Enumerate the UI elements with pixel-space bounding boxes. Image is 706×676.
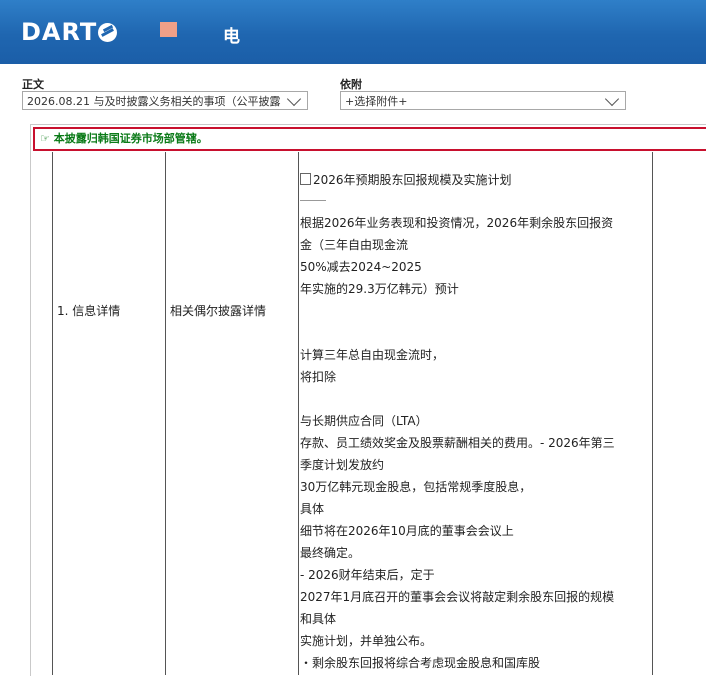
- logo-mark-icon: [98, 23, 118, 42]
- content-line: 30万亿韩元现金股息，包括常规季度股息，: [300, 480, 532, 494]
- content-line: 金（三年自由现金流: [300, 238, 409, 252]
- content-line: 50%减去2024~2025: [300, 260, 422, 274]
- content-line: 细节将在2026年10月底的董事会会议上: [300, 524, 514, 538]
- table-cell-section: 1. 信息详情: [57, 304, 121, 318]
- attachment-label: 依附: [340, 78, 362, 91]
- content-line: 2027年1月底召开的董事会会议将敲定剩余股东回报的规模: [300, 590, 615, 604]
- body-document-select[interactable]: 2026.08.21 与及时披露义务相关的事项（公平披露: [22, 91, 308, 110]
- checkbox-icon: [300, 173, 311, 185]
- hand-pointing-icon: ☞: [40, 132, 50, 145]
- table-cell-category: 相关偶尔披露详情: [170, 304, 267, 318]
- content-line: 和具体: [300, 612, 337, 626]
- chevron-down-icon: [286, 92, 302, 107]
- content-line: ・剩余股东回报将综合考虑现金股息和国库股: [300, 656, 541, 670]
- table-border: [52, 152, 53, 675]
- content-line: 最终确定。: [300, 546, 361, 560]
- body-label: 正文: [22, 78, 44, 91]
- dart-logo[interactable]: DART: [21, 18, 118, 46]
- content-line: 计算三年总自由现金流时，: [300, 348, 445, 362]
- content-line: 与长期供应合同（LTA）: [300, 414, 428, 428]
- content-line: 年实施的29.3万亿韩元）预计: [300, 282, 459, 296]
- body-select-value: 2026.08.21 与及时披露义务相关的事项（公平披露: [27, 95, 281, 108]
- top-header: DART 电: [0, 0, 706, 64]
- content-line: 季度计划发放约: [300, 458, 385, 472]
- content-line: 存款、员工绩效奖金及股票薪酬相关的费用。- 2026年第三: [300, 436, 615, 450]
- content-line: 实施计划，并单独公布。: [300, 634, 433, 648]
- notice-text: 本披露归韩国证券市场部管辖。: [53, 132, 208, 145]
- table-border: [652, 152, 653, 675]
- attachment-select-value: +选择附件+: [345, 95, 408, 108]
- table-border: [298, 152, 299, 675]
- content-line: 将扣除: [300, 370, 337, 384]
- separator-line: [300, 200, 326, 201]
- attachment-select[interactable]: +选择附件+: [340, 91, 626, 110]
- table-border: [165, 152, 166, 675]
- company-color-badge: [160, 22, 177, 37]
- content-line: 具体: [300, 502, 325, 516]
- content-line: - 2026财年结束后，定于: [300, 568, 435, 582]
- chevron-down-icon: [604, 92, 620, 107]
- content-line: 根据2026年业务表现和投资情况，2026年剩余股东回报资: [300, 216, 614, 230]
- jurisdiction-notice: ☞ 本披露归韩国证券市场部管辖。: [33, 127, 706, 151]
- page-title: 电: [223, 27, 240, 47]
- logo-text: DART: [21, 18, 98, 46]
- content-line: 2026年预期股东回报规模及实施计划: [300, 171, 512, 188]
